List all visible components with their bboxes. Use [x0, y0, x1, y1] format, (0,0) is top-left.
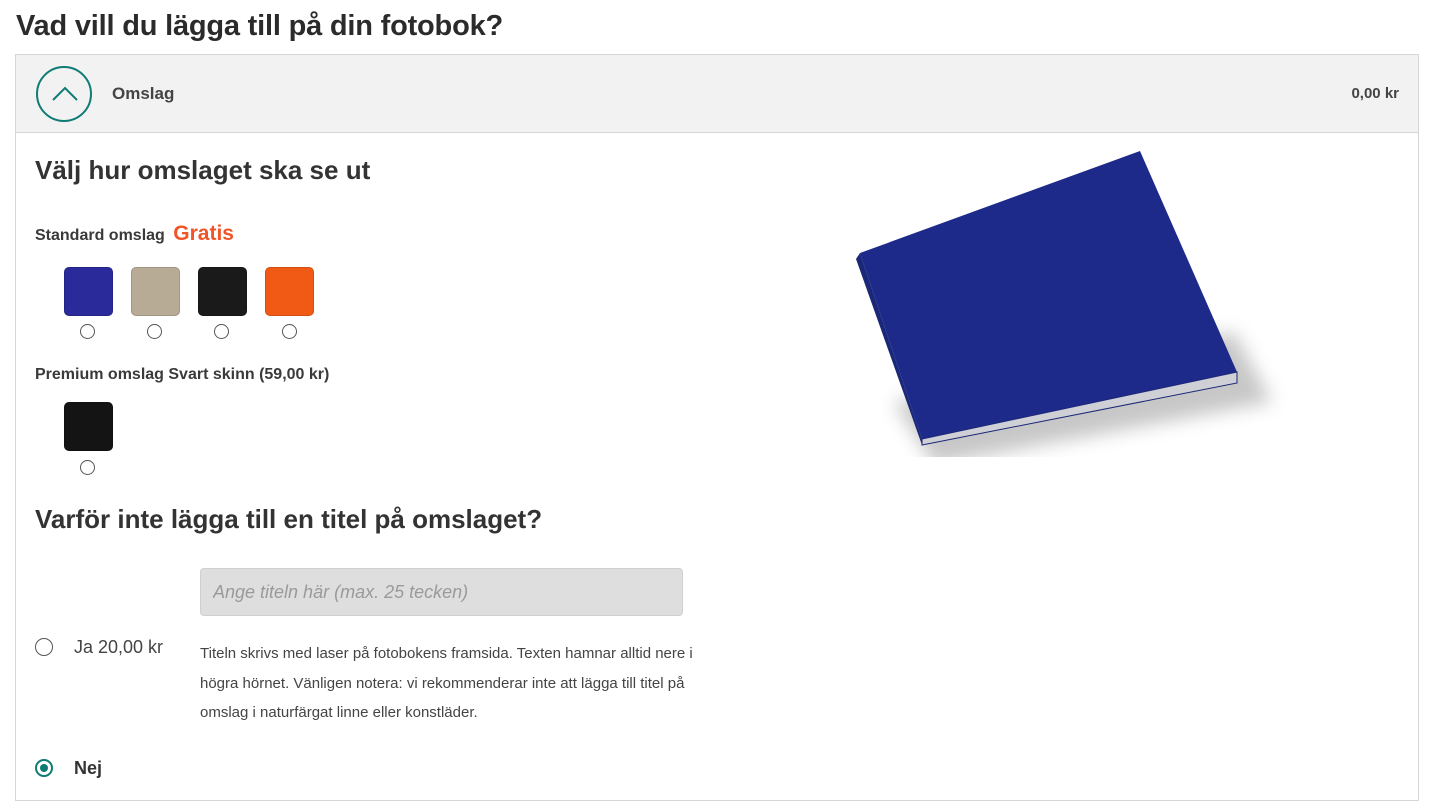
swatch-orange[interactable] [265, 267, 314, 316]
cover-options-panel: Omslag 0,00 kr Välj hur omslaget ska se … [15, 54, 1419, 801]
swatch-black-leather[interactable] [64, 402, 113, 451]
title-heading: Varför inte lägga till en titel på omsla… [35, 504, 543, 534]
cover-heading: Välj hur omslaget ska se ut [35, 155, 371, 185]
premium-cover-label: Premium omslag Svart skinn (59,00 kr) [35, 366, 330, 383]
chevron-up-icon [52, 86, 78, 101]
section-price: 0,00 kr [1351, 85, 1399, 102]
radio-black[interactable] [214, 324, 229, 339]
swatch-blue[interactable] [64, 267, 113, 316]
swatch-black[interactable] [198, 267, 247, 316]
standard-cover-text: Standard omslag [35, 227, 165, 244]
title-input[interactable] [200, 568, 683, 616]
section-label: Omslag [112, 84, 175, 103]
standard-cover-label: Standard omslag Gratis [35, 222, 234, 246]
title-description: Titeln skrivs med laser på fotobokens fr… [200, 645, 693, 721]
title-yes-label[interactable]: Ja 20,00 kr [74, 637, 163, 658]
cover-preview-image [856, 151, 1272, 457]
radio-natural-linen[interactable] [147, 324, 162, 339]
radio-black-leather[interactable] [80, 460, 95, 475]
radio-orange[interactable] [282, 324, 297, 339]
free-badge: Gratis [173, 222, 234, 245]
radio-title-no[interactable] [35, 759, 53, 777]
title-no-label[interactable]: Nej [74, 758, 102, 779]
section-header[interactable]: Omslag 0,00 kr [16, 55, 1418, 133]
swatch-natural-linen[interactable] [131, 267, 180, 316]
collapse-toggle-button[interactable] [36, 66, 92, 122]
radio-blue[interactable] [80, 324, 95, 339]
page-title: Vad vill du lägga till på din fotobok? [16, 10, 504, 42]
radio-title-yes[interactable] [35, 638, 53, 656]
